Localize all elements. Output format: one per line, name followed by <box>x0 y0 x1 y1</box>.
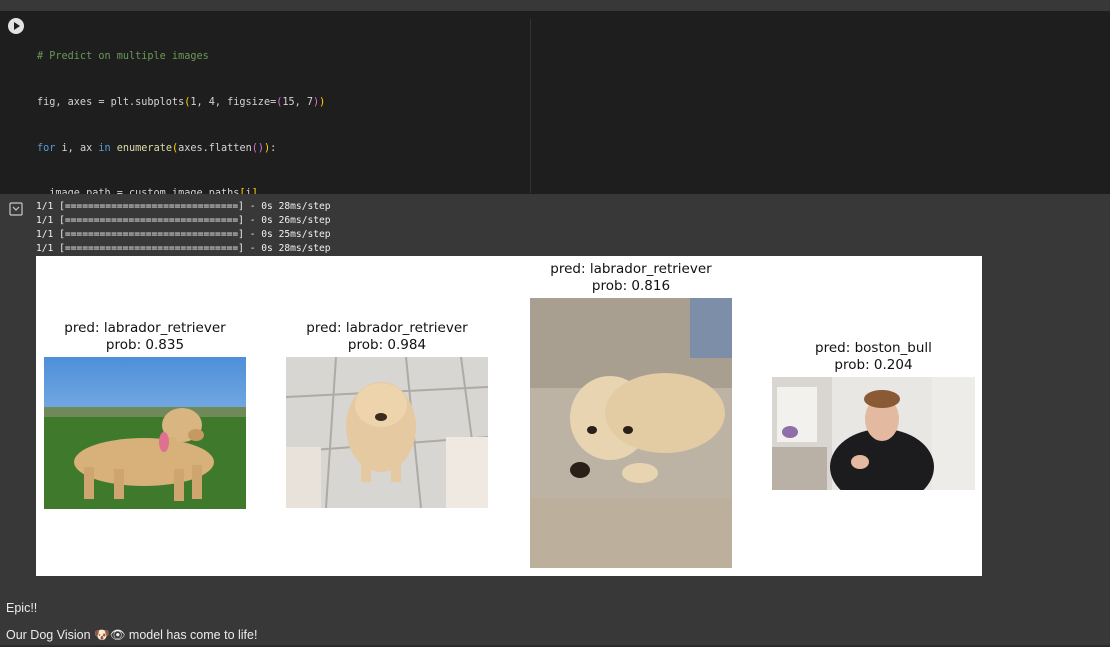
subplot-1: pred: labrador_retriever prob: 0.835 <box>44 320 246 510</box>
stdout-text: 1/1 [==============================] - 0… <box>36 200 331 256</box>
subplot-title-pred: pred: labrador_retriever <box>550 261 712 277</box>
progress-line: 1/1 [==============================] - 0… <box>36 229 331 240</box>
editor-ruler <box>530 19 531 193</box>
code-line: fig, axes = plt.subplots(1, 4, figsize=(… <box>37 97 326 108</box>
subplot-title-prob: prob: 0.816 <box>591 278 671 294</box>
code-comment: # Predict on multiple images <box>37 51 209 63</box>
person-photo <box>772 377 975 490</box>
notebook-top-bar <box>0 0 1110 11</box>
dog-photo <box>530 298 732 568</box>
subplot-title-pred: pred: boston_bull <box>815 340 932 356</box>
code-line: for i, ax in enumerate(axes.flatten()): <box>37 142 277 154</box>
code-cell[interactable]: # Predict on multiple images fig, axes =… <box>0 11 1110 518</box>
dog-photo <box>286 357 488 508</box>
matplotlib-figure: pred: labrador_retriever prob: 0.835 pre… <box>36 256 982 576</box>
cell-output: 1/1 [==============================] - 0… <box>0 194 1110 584</box>
markdown-line-2: Our Dog Vision 🐶👁 model has come to life… <box>6 628 258 642</box>
progress-line: 1/1 [==============================] - 0… <box>36 201 331 212</box>
progress-line: 1/1 [==============================] - 0… <box>36 215 331 226</box>
dog-photo <box>44 357 246 509</box>
subplot-2: pred: labrador_retriever prob: 0.984 <box>286 320 488 510</box>
progress-line: 1/1 [==============================] - 0… <box>36 243 331 254</box>
run-cell-button[interactable] <box>8 18 24 34</box>
subplot-3: pred: labrador_retriever prob: 0.816 <box>530 261 732 573</box>
code-line: # Predict on multiple images <box>37 49 527 64</box>
output-toggle-icon[interactable] <box>8 201 24 217</box>
subplot-title-pred: pred: labrador_retriever <box>306 320 468 336</box>
markdown-line-1: Epic!! <box>6 601 38 615</box>
subplot-title-prob: prob: 0.984 <box>347 337 427 353</box>
subplot-4: pred: boston_bull prob: 0.204 <box>772 340 975 490</box>
subplot-title-pred: pred: labrador_retriever <box>64 320 226 336</box>
subplot-title-prob: prob: 0.835 <box>105 337 185 353</box>
subplot-title-prob: prob: 0.204 <box>834 357 913 373</box>
